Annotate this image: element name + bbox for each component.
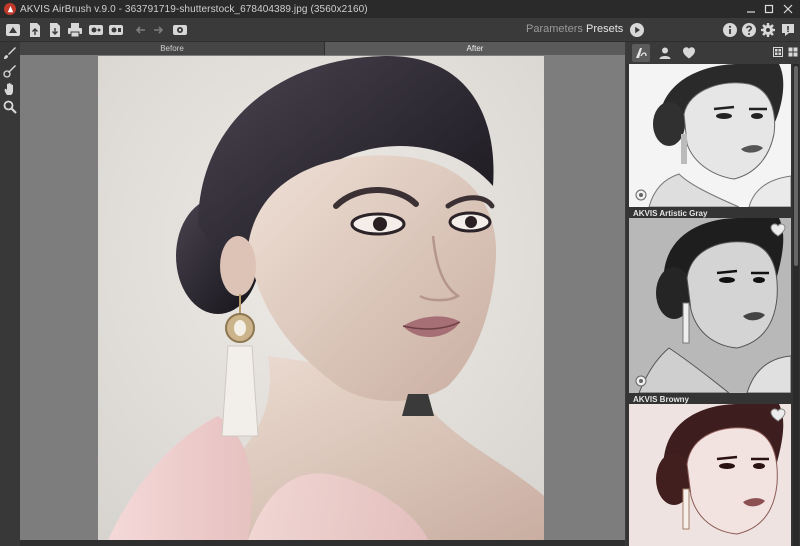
hand-icon[interactable] xyxy=(2,81,18,97)
batch-icon[interactable] xyxy=(108,22,124,38)
help-icon[interactable] xyxy=(741,22,757,38)
zoom-icon[interactable] xyxy=(2,99,18,115)
preset-thumbnail-1[interactable] xyxy=(629,64,791,207)
airbrush-category-icon[interactable] xyxy=(632,44,650,62)
notifications-icon[interactable] xyxy=(780,22,796,38)
undo-icon[interactable] xyxy=(133,22,149,38)
close-icon[interactable] xyxy=(781,2,795,16)
info-icon[interactable] xyxy=(722,22,738,38)
process-settings-icon[interactable] xyxy=(172,22,188,38)
preset-settings-icon[interactable] xyxy=(633,187,649,203)
app-logo-icon xyxy=(4,3,16,15)
settings-icon[interactable] xyxy=(760,22,776,38)
main-toolbar: Parameters Presets xyxy=(0,18,800,42)
open-file-icon[interactable] xyxy=(27,22,43,38)
tool-sidebar xyxy=(0,42,20,546)
tab-after[interactable]: After xyxy=(325,42,625,55)
home-icon[interactable] xyxy=(5,22,21,38)
tab-presets[interactable]: Presets xyxy=(586,23,623,35)
minimize-icon[interactable] xyxy=(744,2,758,16)
favorite-heart-icon[interactable] xyxy=(770,408,786,422)
grid-view-icon[interactable] xyxy=(772,46,784,58)
preset-thumbnail-3[interactable] xyxy=(629,404,791,546)
preset-settings-icon[interactable] xyxy=(633,373,649,389)
large-view-icon[interactable] xyxy=(787,46,799,58)
status-strip xyxy=(20,540,625,546)
favorites-category-icon[interactable] xyxy=(680,44,698,62)
preset-thumbnail-2[interactable] xyxy=(629,218,791,393)
preset-label: AKVIS Browny xyxy=(633,395,690,404)
result-image xyxy=(98,56,544,540)
scrollbar-thumb[interactable] xyxy=(794,66,798,266)
run-icon[interactable] xyxy=(629,22,645,38)
print-icon[interactable] xyxy=(67,22,83,38)
tab-before[interactable]: Before xyxy=(20,42,325,55)
preset-label: AKVIS Artistic Gray xyxy=(633,209,708,218)
portrait-category-icon[interactable] xyxy=(656,44,674,62)
maximize-icon[interactable] xyxy=(762,2,776,16)
title-bar: AKVIS AirBrush v.9.0 - 363791719-shutter… xyxy=(0,0,800,18)
preset-category-bar xyxy=(626,42,800,64)
before-after-icon[interactable] xyxy=(88,22,104,38)
tab-parameters[interactable]: Parameters xyxy=(526,23,583,35)
brush-icon[interactable] xyxy=(2,45,18,61)
favorite-heart-icon[interactable] xyxy=(770,223,786,237)
restore-brush-icon[interactable] xyxy=(2,63,18,79)
save-file-icon[interactable] xyxy=(47,22,63,38)
window-title: AKVIS AirBrush v.9.0 - 363791719-shutter… xyxy=(20,3,368,15)
redo-icon[interactable] xyxy=(150,22,166,38)
